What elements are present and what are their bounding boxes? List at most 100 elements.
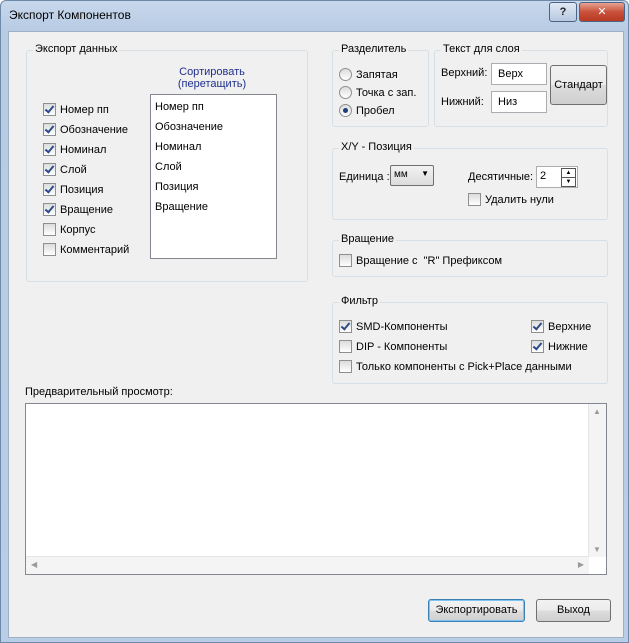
bottom-layer-label: Нижний: xyxy=(441,96,484,108)
preview-area[interactable]: ▲ ▼ ◀ ▶ xyxy=(25,403,607,575)
xy-position-group: X/Y - Позиция Единица : мм ▼ Десятичные:… xyxy=(332,141,608,220)
separator-option-label: Запятая xyxy=(356,68,398,81)
default-button[interactable]: Стандарт xyxy=(550,65,607,105)
pickplace-checkbox[interactable]: Только компоненты с Pick+Place данными xyxy=(339,360,572,373)
rotation-prefix-label: Вращение с "R" Префиксом xyxy=(356,254,503,267)
checkbox-box[interactable] xyxy=(43,123,56,136)
title-bar[interactable]: Экспорт Компонентов ? ✕ xyxy=(1,1,628,31)
rotation-prefix-checkbox[interactable]: Вращение с "R" Префиксом xyxy=(339,254,502,267)
export-field-label: Вращение xyxy=(60,203,113,216)
export-field-label: Комментарий xyxy=(60,243,130,256)
help-button[interactable]: ? xyxy=(549,2,577,22)
dialog-client: Экспорт данных Сортировать (перетащить) … xyxy=(8,31,624,638)
dip-label: DIP - Компоненты xyxy=(356,340,448,353)
separator-radio[interactable]: Пробел xyxy=(339,104,395,117)
remove-zeros-checkbox[interactable]: Удалить нули xyxy=(468,193,554,206)
separator-radio[interactable]: Точка с зап. xyxy=(339,86,416,99)
export-field-label: Номинал xyxy=(60,143,107,156)
checkbox-box[interactable] xyxy=(43,203,56,216)
top-layer-input[interactable]: Верх xyxy=(491,63,547,85)
top-side-checkbox[interactable]: Верхние xyxy=(531,320,591,333)
separator-option-label: Пробел xyxy=(356,104,395,117)
unit-label: Единица : xyxy=(339,171,390,183)
separator-radio[interactable]: Запятая xyxy=(339,68,398,81)
spin-down-icon[interactable]: ▼ xyxy=(561,177,576,187)
sort-list-item[interactable]: Позиция xyxy=(155,181,199,193)
xy-position-label: X/Y - Позиция xyxy=(339,141,414,153)
export-field-checkbox[interactable]: Корпус xyxy=(43,223,95,236)
export-field-label: Корпус xyxy=(60,223,96,236)
export-field-label: Позиция xyxy=(60,183,104,196)
sort-list-item[interactable]: Вращение xyxy=(155,201,208,213)
sort-list-item[interactable]: Номинал xyxy=(155,141,201,153)
unit-value: мм xyxy=(394,169,408,180)
sort-list-item[interactable]: Номер пп xyxy=(155,101,204,113)
export-field-checkbox[interactable]: Номинал xyxy=(43,143,106,156)
smd-label: SMD-Компоненты xyxy=(356,320,448,333)
exit-button[interactable]: Выход xyxy=(536,599,611,622)
filter-group: Фильтр SMD-Компоненты DIP - Компоненты Т… xyxy=(332,295,608,384)
decimals-spinner[interactable]: 2 ▲ ▼ xyxy=(536,166,578,188)
smd-checkbox[interactable]: SMD-Компоненты xyxy=(339,320,447,333)
rotation-group: Вращение Вращение с "R" Префиксом xyxy=(332,233,608,277)
checkbox-box[interactable] xyxy=(43,143,56,156)
close-button[interactable]: ✕ xyxy=(579,2,625,22)
export-field-checkbox[interactable]: Позиция xyxy=(43,183,104,196)
sort-list-item[interactable]: Слой xyxy=(155,161,182,173)
dialog-window: Экспорт Компонентов ? ✕ Экспорт данных С… xyxy=(0,0,629,643)
preview-horizontal-scrollbar[interactable]: ◀ ▶ xyxy=(26,556,589,574)
remove-zeros-label: Удалить нули xyxy=(485,193,554,206)
decimals-label: Десятичные: xyxy=(468,171,534,183)
scroll-right-icon[interactable]: ▶ xyxy=(578,560,584,569)
layer-text-label: Текст для слоя xyxy=(441,43,522,55)
top-side-box[interactable] xyxy=(531,320,544,333)
decimals-value: 2 xyxy=(540,170,547,182)
checkbox-box[interactable] xyxy=(43,163,56,176)
sort-title-line1: Сортировать xyxy=(179,66,245,78)
checkbox-box[interactable] xyxy=(43,223,56,236)
separator-option-label: Точка с зап. xyxy=(356,86,417,99)
scroll-up-icon[interactable]: ▲ xyxy=(593,407,601,416)
sort-list-item[interactable]: Обозначение xyxy=(155,121,223,133)
separator-group: Разделитель Запятая Точка с зап. Пробел xyxy=(332,43,429,127)
filter-label: Фильтр xyxy=(339,295,380,307)
radio-circle[interactable] xyxy=(339,68,352,81)
pickplace-box[interactable] xyxy=(339,360,352,373)
export-field-label: Обозначение xyxy=(60,123,129,136)
export-button[interactable]: Экспортировать xyxy=(428,599,525,622)
separator-label: Разделитель xyxy=(339,43,409,55)
bottom-side-label: Нижние xyxy=(548,340,588,353)
dip-box[interactable] xyxy=(339,340,352,353)
checkbox-box[interactable] xyxy=(43,183,56,196)
window-title: Экспорт Компонентов xyxy=(9,8,131,22)
chevron-down-icon: ▼ xyxy=(421,169,429,178)
unit-select[interactable]: мм ▼ xyxy=(390,165,434,186)
checkbox-box[interactable] xyxy=(43,103,56,116)
export-data-label: Экспорт данных xyxy=(33,43,120,55)
sort-listbox[interactable]: Номер пп Обозначение Номинал Слой Позиция Вра… xyxy=(150,94,277,259)
bottom-side-checkbox[interactable]: Нижние xyxy=(531,340,588,353)
rotation-prefix-box[interactable] xyxy=(339,254,352,267)
export-field-checkbox[interactable]: Вращение xyxy=(43,203,113,216)
radio-circle[interactable] xyxy=(339,104,352,117)
remove-zeros-box[interactable] xyxy=(468,193,481,206)
export-field-checkbox[interactable]: Слой xyxy=(43,163,87,176)
scroll-left-icon[interactable]: ◀ xyxy=(31,560,37,569)
checkbox-box[interactable] xyxy=(43,243,56,256)
preview-vertical-scrollbar[interactable]: ▲ ▼ xyxy=(588,404,606,557)
export-field-checkbox[interactable]: Обозначение xyxy=(43,123,128,136)
layer-text-group: Текст для слоя Верхний: Верх Нижний: Низ… xyxy=(434,43,608,127)
sort-title-line2: (перетащить) xyxy=(177,78,247,90)
export-field-checkbox[interactable]: Комментарий xyxy=(43,243,129,256)
smd-box[interactable] xyxy=(339,320,352,333)
radio-circle[interactable] xyxy=(339,86,352,99)
bottom-side-box[interactable] xyxy=(531,340,544,353)
scroll-down-icon[interactable]: ▼ xyxy=(593,545,601,554)
top-layer-label: Верхний: xyxy=(441,67,488,79)
preview-label: Предварительный просмотр: xyxy=(25,386,173,398)
export-field-checkbox[interactable]: Номер пп xyxy=(43,103,109,116)
pickplace-label: Только компоненты с Pick+Place данными xyxy=(356,360,572,373)
rotation-label: Вращение xyxy=(339,233,396,245)
dip-checkbox[interactable]: DIP - Компоненты xyxy=(339,340,447,353)
bottom-layer-input[interactable]: Низ xyxy=(491,91,547,113)
